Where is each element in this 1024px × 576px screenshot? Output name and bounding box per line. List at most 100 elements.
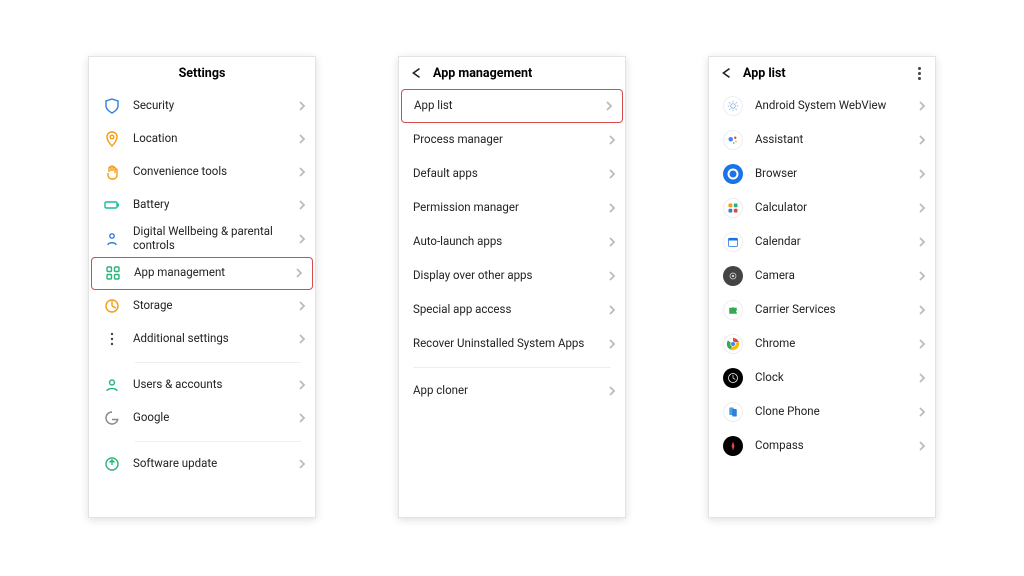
applist-row-10[interactable]: Compass — [709, 429, 935, 463]
row-label: Process manager — [413, 133, 607, 147]
row-label: Browser — [755, 167, 917, 181]
settings-row-1[interactable]: Location — [89, 122, 315, 155]
row-label: Chrome — [755, 337, 917, 351]
appmgmt-row-4[interactable]: Auto-launch apps — [399, 225, 625, 259]
dots-icon — [103, 330, 121, 348]
pin-icon — [103, 130, 121, 148]
row-label: Default apps — [413, 167, 607, 181]
appmgmt-row-6[interactable]: Special app access — [399, 293, 625, 327]
applist-row-1[interactable]: Assistant — [709, 123, 935, 157]
shield-icon — [103, 97, 121, 115]
battery-icon — [103, 196, 121, 214]
appmgmt-row-0[interactable]: App list — [401, 89, 623, 123]
settings-row-6[interactable]: Storage — [89, 290, 315, 323]
chevron-right-icon — [297, 101, 307, 111]
calculator-icon — [723, 198, 743, 218]
chevron-right-icon — [297, 413, 307, 423]
browser-icon — [723, 164, 743, 184]
applist-row-4[interactable]: Calendar — [709, 225, 935, 259]
row-label: Assistant — [755, 133, 917, 147]
row-label: Compass — [755, 439, 917, 453]
storage-icon — [103, 297, 121, 315]
chevron-right-icon — [607, 169, 617, 179]
compass-icon — [723, 436, 743, 456]
settings-row-3[interactable]: Battery — [89, 188, 315, 221]
chevron-right-icon — [917, 305, 927, 315]
chevron-right-icon — [917, 169, 927, 179]
row-label: App list — [414, 99, 604, 113]
chevron-right-icon — [607, 386, 617, 396]
row-label: Recover Uninstalled System Apps — [413, 337, 607, 351]
row-label: Location — [133, 132, 297, 146]
chevron-right-icon — [607, 237, 617, 247]
settings-row-2[interactable]: Convenience tools — [89, 155, 315, 188]
applist-list: Android System WebView Assistant Browser… — [709, 89, 935, 463]
row-label: App management — [134, 266, 294, 280]
calendar-icon — [723, 232, 743, 252]
appmgmt-row-7[interactable]: Recover Uninstalled System Apps — [399, 327, 625, 361]
chevron-right-icon — [607, 339, 617, 349]
chevron-right-icon — [607, 135, 617, 145]
appmgmt-list: App list Process manager Default apps Pe… — [399, 89, 625, 408]
divider — [135, 441, 301, 442]
settings-row-5[interactable]: App management — [91, 257, 313, 290]
settings-row-g2-0[interactable]: Users & accounts — [89, 369, 315, 402]
applist-title: App list — [743, 66, 786, 81]
row-label: Special app access — [413, 303, 607, 317]
row-label: Software update — [133, 457, 297, 471]
settings-row-g3-0[interactable]: Software update — [89, 448, 315, 481]
settings-row-7[interactable]: Additional settings — [89, 323, 315, 356]
row-label: Clone Phone — [755, 405, 917, 419]
applist-row-8[interactable]: Clock — [709, 361, 935, 395]
chevron-right-icon — [917, 203, 927, 213]
row-label: Users & accounts — [133, 378, 297, 392]
puzzle-icon — [723, 300, 743, 320]
row-label: Android System WebView — [755, 99, 917, 113]
chevron-right-icon — [294, 268, 304, 278]
more-icon[interactable] — [913, 67, 925, 80]
applist-row-6[interactable]: Carrier Services — [709, 293, 935, 327]
row-label: Storage — [133, 299, 297, 313]
appmgmt-row-5[interactable]: Display over other apps — [399, 259, 625, 293]
chevron-right-icon — [917, 237, 927, 247]
chevron-right-icon — [917, 339, 927, 349]
applist-row-9[interactable]: Clone Phone — [709, 395, 935, 429]
settings-screen: Settings Security Location Convenience t… — [88, 56, 316, 518]
appmgmt-row-1[interactable]: Process manager — [399, 123, 625, 157]
applist-row-3[interactable]: Calculator — [709, 191, 935, 225]
row-label: Permission manager — [413, 201, 607, 215]
settings-row-0[interactable]: Security — [89, 89, 315, 122]
chevron-right-icon — [297, 134, 307, 144]
applist-row-5[interactable]: Camera — [709, 259, 935, 293]
chevron-right-icon — [917, 407, 927, 417]
applist-header: App list — [709, 57, 935, 89]
chevron-right-icon — [917, 373, 927, 383]
google-icon — [103, 409, 121, 427]
appmgmt-row-g2-0[interactable]: App cloner — [399, 374, 625, 408]
back-icon[interactable] — [409, 66, 423, 80]
settings-row-4[interactable]: Digital Wellbeing & parental controls — [89, 221, 315, 257]
appmgmt-header: App management — [399, 57, 625, 89]
assistant-icon — [723, 130, 743, 150]
row-label: Google — [133, 411, 297, 425]
update-icon — [103, 455, 121, 473]
row-label: Battery — [133, 198, 297, 212]
back-icon[interactable] — [719, 66, 733, 80]
chevron-right-icon — [297, 380, 307, 390]
row-label: Calculator — [755, 201, 917, 215]
row-label: Calendar — [755, 235, 917, 249]
applist-row-0[interactable]: Android System WebView — [709, 89, 935, 123]
appmgmt-row-2[interactable]: Default apps — [399, 157, 625, 191]
chevron-right-icon — [297, 234, 307, 244]
settings-row-g2-1[interactable]: Google — [89, 402, 315, 435]
chevron-right-icon — [917, 441, 927, 451]
applist-row-7[interactable]: Chrome — [709, 327, 935, 361]
clock-icon — [723, 368, 743, 388]
applist-row-2[interactable]: Browser — [709, 157, 935, 191]
hand-icon — [103, 163, 121, 181]
row-label: Security — [133, 99, 297, 113]
settings-title: Settings — [179, 66, 226, 81]
appmgmt-row-3[interactable]: Permission manager — [399, 191, 625, 225]
row-label: Display over other apps — [413, 269, 607, 283]
chevron-right-icon — [297, 459, 307, 469]
